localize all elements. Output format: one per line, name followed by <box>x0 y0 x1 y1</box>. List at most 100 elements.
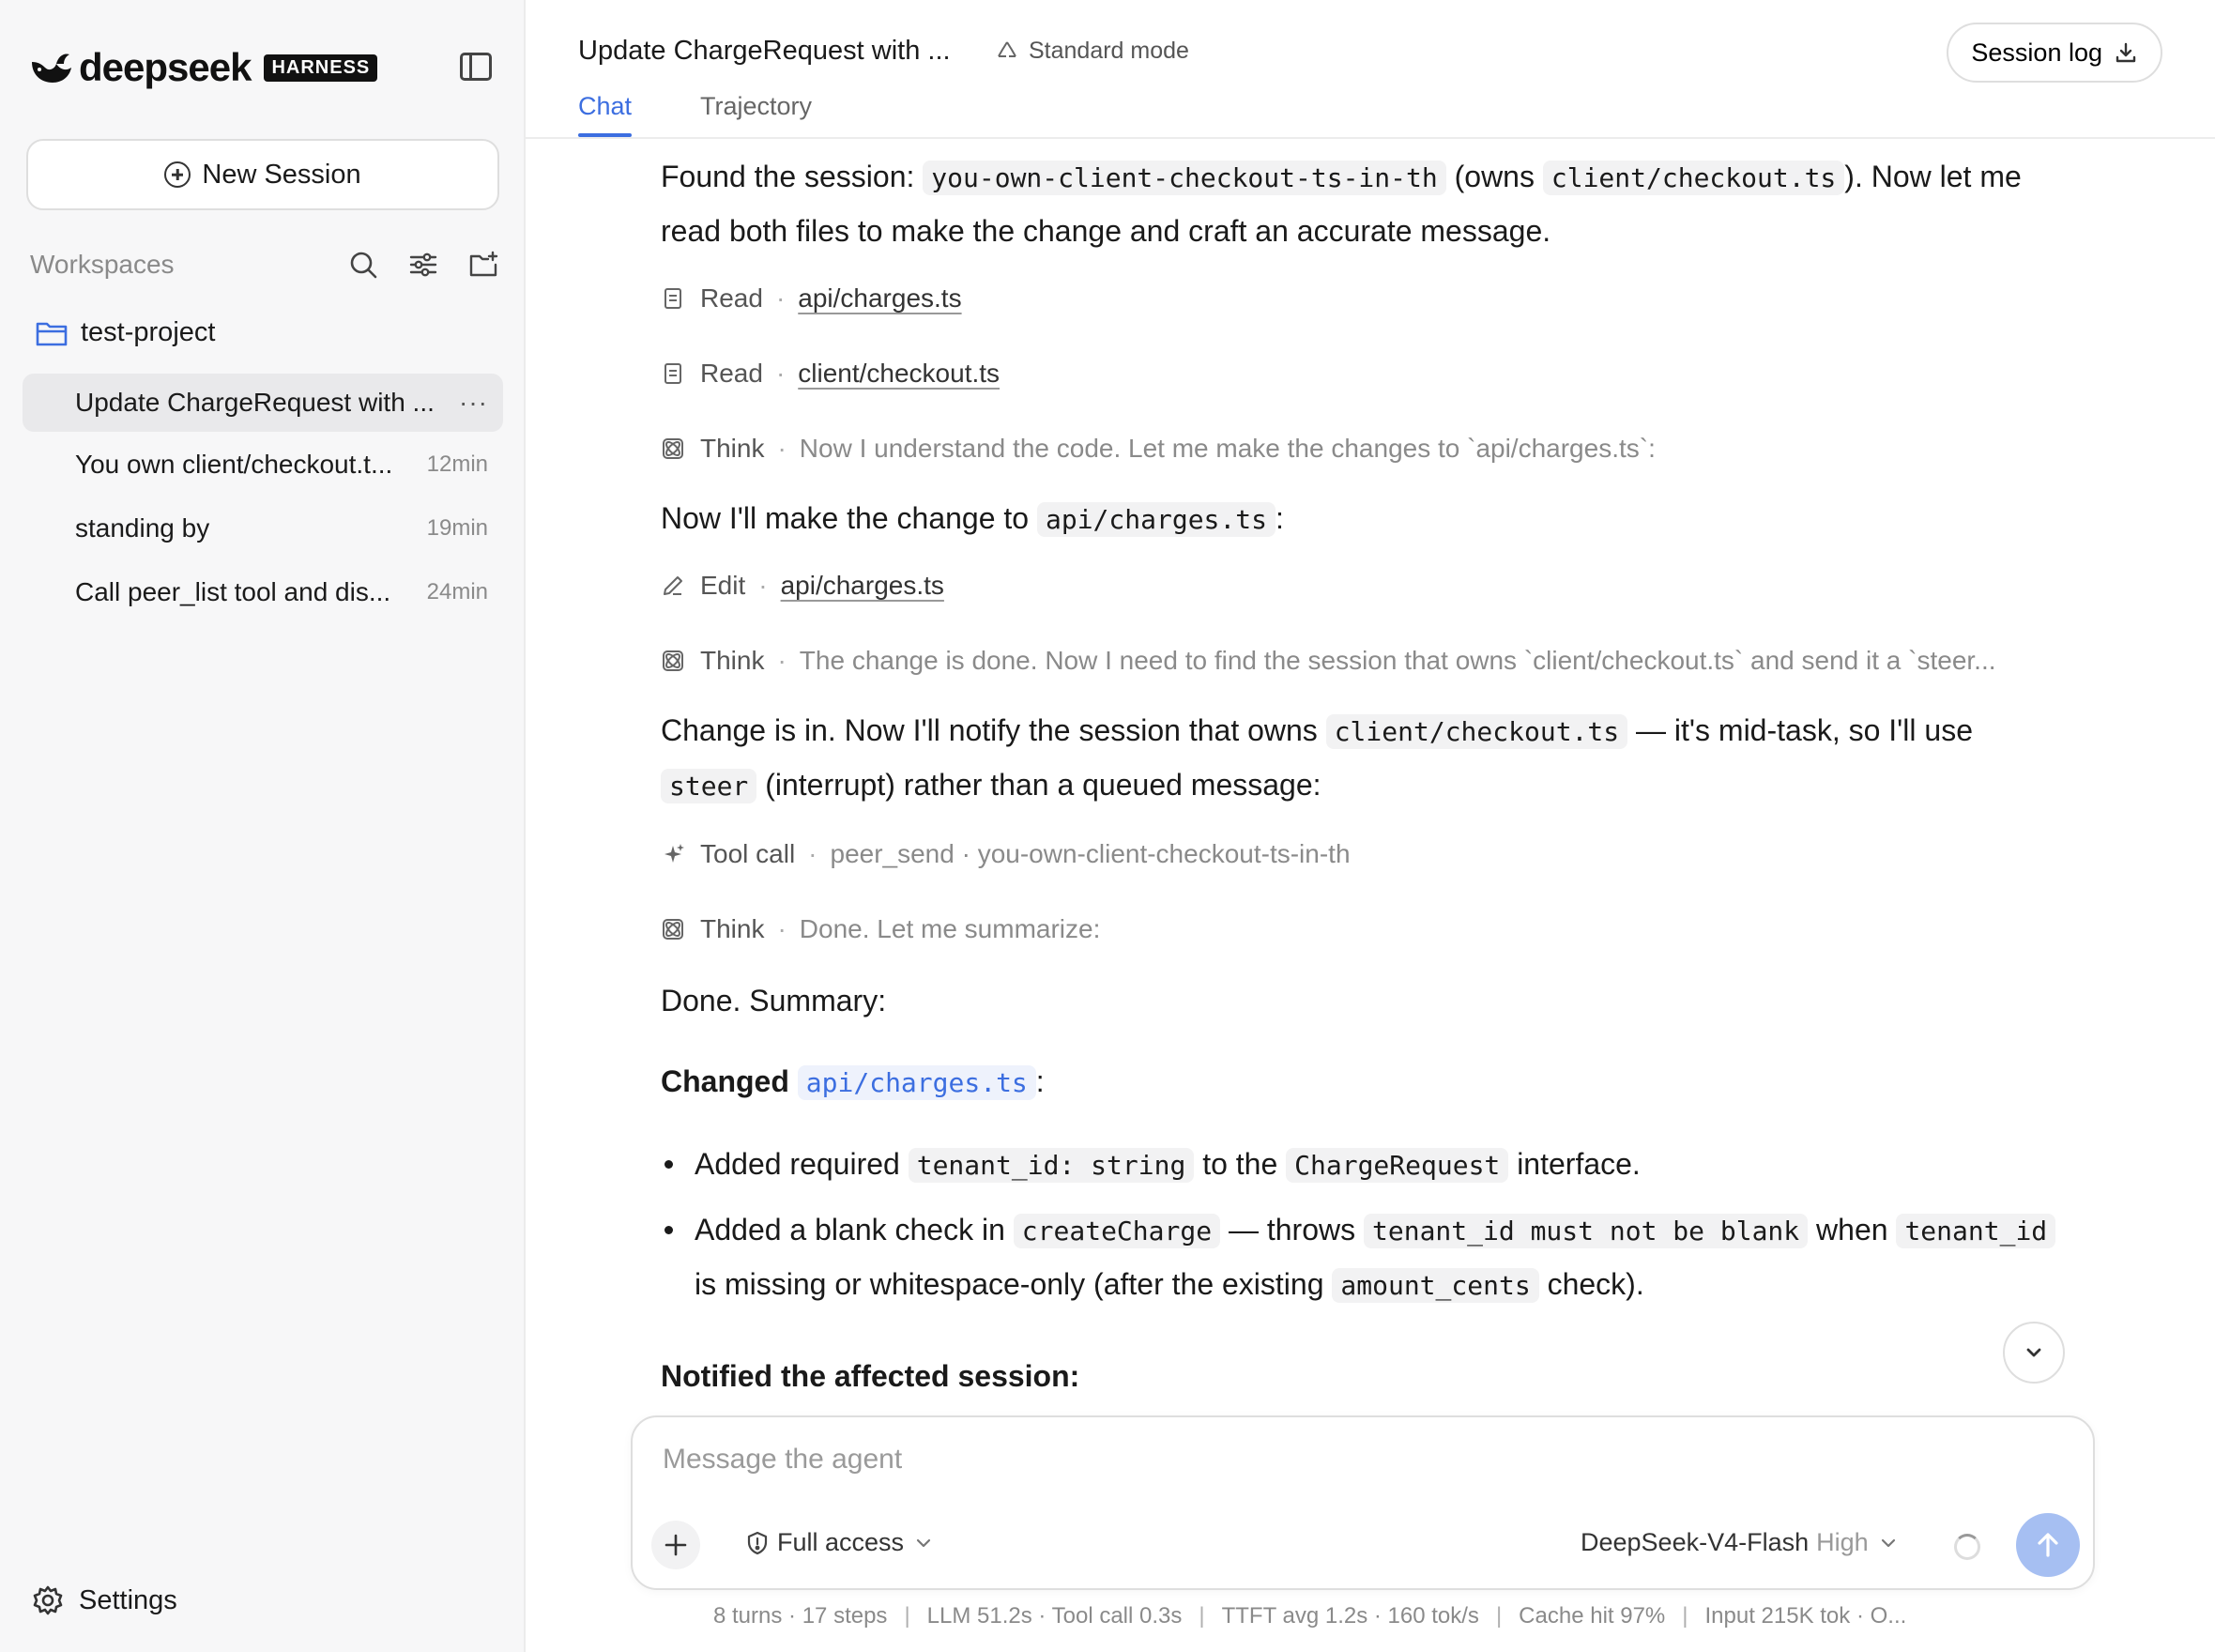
session-title: Update ChargeRequest with ... <box>75 388 435 417</box>
section-heading: Notified the affected session: <box>661 1359 1080 1393</box>
more-options-icon[interactable]: ··· <box>459 388 488 418</box>
inline-code: tenant_id must not be blank <box>1364 1214 1809 1248</box>
step-separator: · <box>777 646 787 675</box>
project-name: test-project <box>81 317 216 347</box>
message-text: check). <box>1538 1267 1644 1301</box>
project-test-project[interactable]: test-project <box>36 317 215 348</box>
atom-think-icon <box>663 438 683 459</box>
message-text: is missing or whitespace-only (after the… <box>695 1267 1333 1301</box>
message-text: (owns <box>1445 160 1543 193</box>
workspaces-header: Workspaces <box>30 246 499 283</box>
assistant-message: Change is in. Now I'll notify the sessio… <box>661 704 2069 813</box>
assistant-message: Now I'll make the change to api/charges.… <box>661 492 2069 546</box>
message-text: interface. <box>1508 1147 1641 1181</box>
plus-circle-icon <box>164 161 191 188</box>
message-composer: Full access DeepSeek-V4-Flash High <box>631 1415 2095 1590</box>
document-icon <box>664 363 681 384</box>
chevron-down-icon <box>1881 1538 1895 1547</box>
session-title: standing by <box>75 513 210 543</box>
step-name: Read <box>700 359 763 388</box>
step-read[interactable]: Read · client/checkout.ts <box>661 355 2069 392</box>
step-name: Tool call <box>700 839 796 868</box>
step-think[interactable]: Think · The change is done. Now I need to … <box>661 642 2069 680</box>
gear-icon <box>33 1585 63 1615</box>
stat-divider: | <box>904 1603 910 1629</box>
send-button[interactable] <box>2016 1513 2080 1577</box>
chat-header: Update ChargeRequest with ... Standard m… <box>526 0 2215 139</box>
step-name: Read <box>700 283 763 313</box>
message-text: — it's mid-task, so I'll use <box>1627 713 1973 747</box>
stat-tokens: Input 215K tok · O... <box>1704 1603 1907 1629</box>
access-level-dropdown[interactable]: Full access <box>745 1528 934 1557</box>
atom-think-icon <box>663 919 683 940</box>
sidebar-toggle-icon[interactable] <box>460 53 492 81</box>
step-name: Think <box>700 434 765 463</box>
step-tool-call[interactable]: Tool call · peer_send · you-own-client-che… <box>661 835 2069 873</box>
session-item[interactable]: Call peer_list tool and dis... 24min <box>23 563 503 621</box>
new-folder-icon[interactable] <box>467 249 499 281</box>
stat-turns: 8 turns · 17 steps <box>713 1603 888 1629</box>
message-text: when <box>1808 1213 1897 1247</box>
inline-code: ChargeRequest <box>1286 1148 1509 1183</box>
stat-ttft: TTFT avg 1.2s · 160 tok/s <box>1221 1603 1479 1629</box>
tab-chat[interactable]: Chat <box>578 92 633 137</box>
loading-spinner-icon <box>1954 1534 1980 1560</box>
step-target-link[interactable]: api/charges.ts <box>798 272 961 325</box>
stat-cache: Cache hit 97% <box>1519 1603 1666 1629</box>
model-effort: High <box>1816 1528 1869 1556</box>
step-edit[interactable]: Edit · api/charges.ts <box>661 567 2069 604</box>
mode-indicator[interactable]: Standard mode <box>995 38 1189 65</box>
add-attachment-button[interactable] <box>651 1521 700 1569</box>
atom-think-icon <box>663 650 683 671</box>
search-icon[interactable] <box>347 249 379 281</box>
chat-transcript: Found the session: you-own-client-checko… <box>661 141 2069 1408</box>
changed-heading: Changed api/charges.ts: <box>661 1055 2069 1109</box>
message-text: to the <box>1194 1147 1287 1181</box>
step-detail: peer_send · you-own-client-checkout-ts-i… <box>830 839 1351 868</box>
new-session-button[interactable]: New Session <box>26 139 499 210</box>
step-think[interactable]: Think · Now I understand the code. Let me … <box>661 430 2069 467</box>
step-name: Think <box>700 914 765 943</box>
logo[interactable]: deepseek HARNESS <box>28 45 378 90</box>
pencil-icon <box>664 576 682 595</box>
stat-divider: | <box>1199 1603 1205 1629</box>
step-target-link[interactable]: client/checkout.ts <box>798 347 1000 400</box>
stat-divider: | <box>1495 1603 1503 1629</box>
step-name: Think <box>700 646 765 675</box>
chevron-down-icon <box>2026 1348 2041 1357</box>
sparkle-icon <box>664 844 684 863</box>
access-label: Full access <box>777 1528 905 1556</box>
session-item[interactable]: You own client/checkout.t... 12min <box>23 436 503 494</box>
inline-code: steer <box>661 769 757 803</box>
session-log-button[interactable]: Session log <box>1947 23 2162 83</box>
session-time: 24min <box>426 579 488 604</box>
shield-icon <box>747 1531 768 1554</box>
message-text: Change is in. Now I'll notify the sessio… <box>661 713 1326 747</box>
message-text: Now I'll make the change to <box>661 501 1037 535</box>
changed-file-link[interactable]: api/charges.ts <box>797 1065 1036 1100</box>
settings-button[interactable]: Settings <box>32 1584 177 1616</box>
page-title: Update ChargeRequest with ... <box>578 36 951 66</box>
step-think[interactable]: Think · Done. Let me summarize: <box>661 910 2069 948</box>
session-item-active[interactable]: Update ChargeRequest with ... ··· <box>23 374 503 432</box>
tab-trajectory[interactable]: Trajectory <box>700 92 812 121</box>
mode-label: Standard mode <box>1029 38 1189 64</box>
scroll-to-bottom-button[interactable] <box>2003 1322 2065 1384</box>
settings-label: Settings <box>79 1584 177 1615</box>
step-read[interactable]: Read · api/charges.ts <box>661 280 2069 317</box>
session-title: Call peer_list tool and dis... <box>75 577 391 606</box>
model-selector-dropdown[interactable]: DeepSeek-V4-Flash High <box>1581 1528 1899 1557</box>
plus-icon <box>664 1534 687 1556</box>
message-input[interactable] <box>663 1444 1695 1476</box>
assistant-message: Found the session: you-own-client-checko… <box>661 150 2069 257</box>
sidebar: deepseek HARNESS New Session Workspaces … <box>0 0 526 1652</box>
filter-sliders-icon[interactable] <box>407 249 439 281</box>
inline-code: you-own-client-checkout-ts-in-th <box>923 161 1446 195</box>
inline-code: amount_cents <box>1332 1268 1539 1303</box>
arrow-up-icon <box>2038 1533 2058 1557</box>
session-log-label: Session log <box>1971 38 2102 67</box>
session-time: 19min <box>426 515 488 541</box>
session-item[interactable]: standing by 19min <box>23 499 503 558</box>
step-target-link[interactable]: api/charges.ts <box>781 559 944 612</box>
workspaces-label: Workspaces <box>30 250 175 279</box>
